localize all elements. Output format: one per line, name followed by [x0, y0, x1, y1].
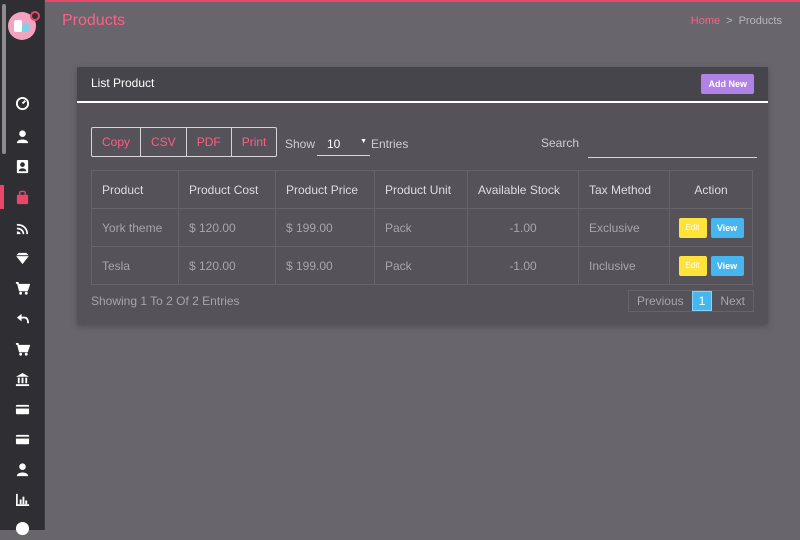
- return-icon: [16, 313, 29, 323]
- cart-add-icon: [15, 342, 30, 356]
- table-row: Tesla $ 120.00 $ 199.00 Pack -1.00 Inclu…: [91, 246, 753, 285]
- column-header[interactable]: Available Stock: [467, 170, 579, 209]
- show-label: Show: [285, 137, 316, 151]
- available-stock-cell: -1.00: [467, 208, 579, 247]
- table-row: York theme $ 120.00 $ 199.00 Pack -1.00 …: [91, 208, 753, 247]
- tax-method-cell: Exclusive: [578, 208, 670, 247]
- copy-button[interactable]: Copy: [92, 128, 142, 156]
- logo-badge-icon: [30, 11, 40, 21]
- column-header[interactable]: Product Unit: [374, 170, 468, 209]
- previous-page-button[interactable]: Previous: [629, 291, 692, 311]
- sidebar-item-expenses[interactable]: [0, 427, 44, 451]
- current-page-button[interactable]: 1: [691, 291, 713, 311]
- page-title: Products: [62, 12, 126, 29]
- user-group-icon: [16, 462, 28, 476]
- column-header[interactable]: Tax Method: [578, 170, 670, 209]
- card-icon: [15, 404, 29, 414]
- next-page-button[interactable]: Next: [712, 291, 753, 311]
- tax-method-cell: Inclusive: [578, 246, 670, 285]
- pagination: Previous 1 Next: [627, 290, 754, 312]
- sidebar-item-cast[interactable]: [0, 216, 44, 240]
- action-cell: Edit View: [669, 208, 753, 247]
- export-button-group: Copy CSV PDF Print: [91, 127, 278, 157]
- sidebar-item-help[interactable]: [0, 516, 44, 540]
- product-name-cell: Tesla: [91, 246, 179, 285]
- card-header: List Product Add New: [77, 67, 768, 103]
- table-header-row: Product Product Cost Product Price Produ…: [91, 170, 753, 209]
- product-cost-cell: $ 120.00: [178, 246, 276, 285]
- product-price-cell: $ 199.00: [275, 208, 375, 247]
- available-stock-cell: -1.00: [467, 246, 579, 285]
- sidebar-item-cart[interactable]: [0, 276, 44, 300]
- user-icon: [16, 129, 28, 143]
- product-unit-cell: Pack: [374, 208, 468, 247]
- bag-icon: [16, 190, 28, 204]
- contacts-icon: [16, 159, 28, 173]
- cast-icon: [16, 223, 28, 234]
- card-title: List Product: [91, 76, 155, 90]
- add-new-button[interactable]: Add New: [701, 74, 754, 94]
- product-price-cell: $ 199.00: [275, 246, 375, 285]
- sidebar-item-people[interactable]: [0, 457, 44, 481]
- sidebar-item-returns[interactable]: [0, 306, 44, 330]
- sidebar-item-products[interactable]: [0, 185, 44, 209]
- column-header[interactable]: Action: [669, 170, 753, 209]
- entries-label: Entries: [371, 137, 409, 151]
- page-size-select[interactable]: 10 ▼: [317, 131, 370, 156]
- cart-icon: [15, 281, 30, 295]
- products-table: Product Product Cost Product Price Produ…: [91, 170, 753, 285]
- page-size-value: 10: [327, 137, 341, 151]
- pdf-button[interactable]: PDF: [187, 128, 232, 156]
- print-button[interactable]: Print: [232, 128, 277, 156]
- breadcrumb-home-link[interactable]: Home: [691, 15, 720, 27]
- search-input[interactable]: [588, 131, 757, 158]
- product-unit-cell: Pack: [374, 246, 468, 285]
- sidebar-item-bank[interactable]: [0, 367, 44, 391]
- sidebar: [0, 0, 45, 535]
- action-cell: Edit View: [669, 246, 753, 285]
- product-cost-cell: $ 120.00: [178, 208, 276, 247]
- sidebar-item-purchase[interactable]: [0, 337, 44, 361]
- column-header[interactable]: Product Price: [275, 170, 375, 209]
- product-list-card: List Product Add New Copy CSV PDF Print …: [77, 67, 768, 324]
- edit-button[interactable]: Edit: [678, 217, 707, 238]
- report-icon: [15, 493, 29, 506]
- dashboard-icon: [15, 96, 29, 110]
- diamond-icon: [15, 252, 29, 264]
- search-label: Search: [541, 136, 580, 150]
- view-button[interactable]: View: [710, 255, 744, 276]
- column-header[interactable]: Product: [91, 170, 179, 209]
- view-button[interactable]: View: [710, 217, 744, 238]
- bank-icon: [15, 372, 29, 386]
- breadcrumb-current: Products: [738, 15, 782, 27]
- sidebar-item-contacts[interactable]: [0, 154, 44, 178]
- chevron-down-icon: ▼: [360, 138, 367, 145]
- breadcrumb: Home > Products: [691, 15, 782, 27]
- showing-entries-text: Showing 1 To 2 Of 2 Entries: [91, 294, 240, 308]
- sidebar-item-diamond[interactable]: [0, 246, 44, 270]
- csv-button[interactable]: CSV: [141, 128, 187, 156]
- sidebar-item-dashboard[interactable]: [0, 91, 44, 115]
- edit-button[interactable]: Edit: [678, 255, 707, 276]
- top-accent-line: [0, 0, 800, 2]
- product-name-cell: York theme: [91, 208, 179, 247]
- sidebar-item-users[interactable]: [0, 124, 44, 148]
- sidebar-item-reports[interactable]: [0, 487, 44, 511]
- breadcrumb-separator: >: [726, 15, 733, 27]
- sidebar-item-payments[interactable]: [0, 397, 44, 421]
- column-header[interactable]: Product Cost: [178, 170, 276, 209]
- help-icon: [15, 521, 29, 535]
- card-icon: [15, 434, 29, 444]
